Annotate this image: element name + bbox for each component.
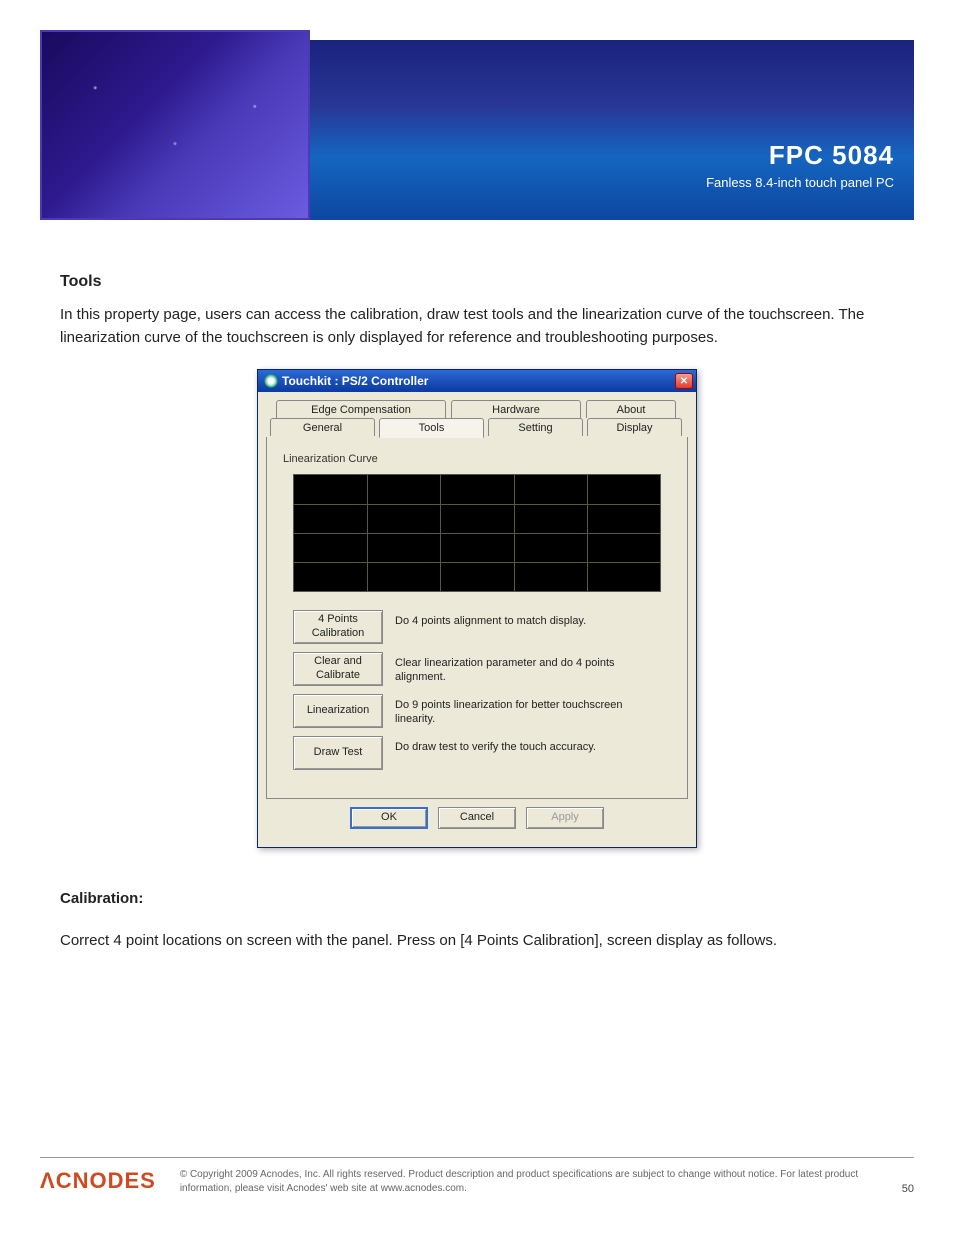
tab-general[interactable]: General [270, 418, 375, 436]
banner-circuit-image [40, 30, 310, 220]
footer-copyright: © Copyright 2009 Acnodes, Inc. All right… [180, 1168, 878, 1195]
tab-edge-compensation[interactable]: Edge Compensation [276, 400, 446, 418]
draw-test-desc: Do draw test to verify the touch accurac… [395, 736, 661, 754]
app-icon [264, 374, 278, 388]
dialog-title: Touchkit : PS/2 Controller [282, 372, 675, 390]
dialog-tabs: Edge Compensation Hardware About General… [266, 400, 688, 438]
row-linearization: Linearization Do 9 points linearization … [293, 694, 661, 728]
tab-about[interactable]: About [586, 400, 676, 418]
banner-text: FPC 5084 Fanless 8.4-inch touch panel PC [706, 140, 894, 190]
page-footer: ΛCNODES © Copyright 2009 Acnodes, Inc. A… [0, 1157, 954, 1195]
cancel-button[interactable]: Cancel [438, 807, 516, 829]
four-points-calibration-button[interactable]: 4 Points Calibration [293, 610, 383, 644]
tab-panel-tools: Linearization Curve 4 Points Calibration… [266, 437, 688, 799]
product-model: FPC 5084 [706, 140, 894, 171]
touchkit-dialog: Touchkit : PS/2 Controller ✕ Edge Compen… [257, 369, 697, 848]
row-drawtest: Draw Test Do draw test to verify the tou… [293, 736, 661, 770]
section-heading: Tools [60, 270, 894, 294]
tab-tools[interactable]: Tools [379, 418, 484, 438]
linearization-button[interactable]: Linearization [293, 694, 383, 728]
page-header: FPC 5084 Fanless 8.4-inch touch panel PC [0, 0, 954, 220]
tab-display[interactable]: Display [587, 418, 682, 436]
ok-button[interactable]: OK [350, 807, 428, 829]
calibration-paragraph: Correct 4 point locations on screen with… [60, 930, 894, 953]
page-body: Tools In this property page, users can a… [0, 220, 954, 953]
acnodes-logo: ΛCNODES [40, 1168, 156, 1194]
page-number: 50 [902, 1183, 914, 1195]
draw-test-button[interactable]: Draw Test [293, 736, 383, 770]
calibration-heading: Calibration: [60, 888, 894, 911]
clear-and-calibrate-desc: Clear linearization parameter and do 4 p… [395, 652, 661, 685]
apply-button[interactable]: Apply [526, 807, 604, 829]
four-points-calibration-desc: Do 4 points alignment to match display. [395, 610, 661, 628]
close-icon[interactable]: ✕ [675, 373, 693, 389]
linearization-desc: Do 9 points linearization for better tou… [395, 694, 661, 727]
intro-paragraph: In this property page, users can access … [60, 304, 894, 349]
linearization-curve-display [293, 474, 661, 592]
dialog-titlebar[interactable]: Touchkit : PS/2 Controller ✕ [258, 370, 696, 392]
row-4points: 4 Points Calibration Do 4 points alignme… [293, 610, 661, 644]
linearization-curve-label: Linearization Curve [283, 451, 671, 468]
clear-and-calibrate-button[interactable]: Clear and Calibrate [293, 652, 383, 686]
dialog-body: Edge Compensation Hardware About General… [258, 392, 696, 847]
row-clear: Clear and Calibrate Clear linearization … [293, 652, 661, 686]
tab-setting[interactable]: Setting [488, 418, 583, 436]
footer-divider [40, 1157, 914, 1158]
product-subtitle: Fanless 8.4-inch touch panel PC [706, 175, 894, 190]
tab-hardware[interactable]: Hardware [451, 400, 581, 418]
dialog-button-row: OK Cancel Apply [266, 799, 688, 839]
